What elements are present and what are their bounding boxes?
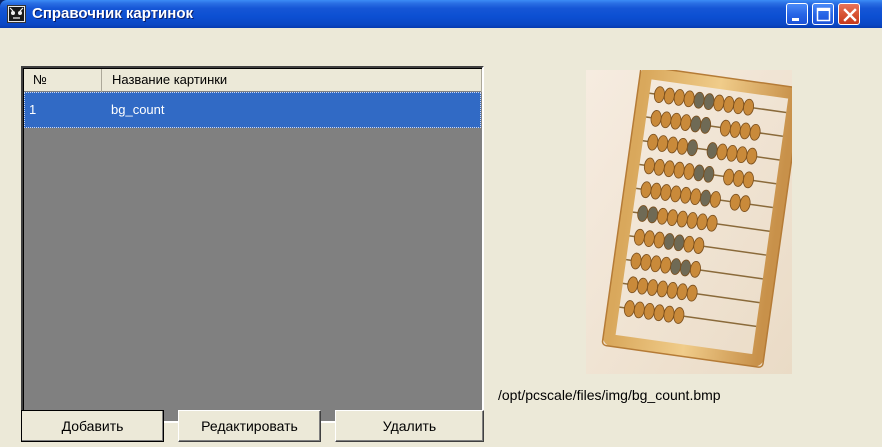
close-icon bbox=[843, 8, 857, 22]
window: Справочник картинок № Название картинки bbox=[0, 0, 882, 447]
cat-app-icon bbox=[7, 5, 26, 23]
abacus-image bbox=[586, 65, 802, 374]
maximize-button[interactable] bbox=[812, 3, 834, 25]
dialog-body: № Название картинки 1 bg_count Добавить … bbox=[0, 28, 882, 447]
picture-path: /opt/pcscale/files/img/bg_count.bmp bbox=[498, 387, 721, 403]
close-button[interactable] bbox=[838, 3, 860, 25]
column-header-name[interactable]: Название картинки bbox=[102, 69, 482, 92]
add-button[interactable]: Добавить bbox=[21, 410, 164, 442]
row-name: bg_count bbox=[111, 102, 165, 117]
maximize-icon bbox=[816, 7, 831, 22]
picture-preview bbox=[586, 65, 802, 374]
pictures-list[interactable]: № Название картинки 1 bg_count bbox=[21, 66, 484, 423]
edit-button[interactable]: Редактировать bbox=[178, 410, 321, 442]
title-bar[interactable]: Справочник картинок bbox=[0, 0, 882, 28]
row-number: 1 bbox=[29, 102, 37, 117]
window-title: Справочник картинок bbox=[32, 5, 193, 22]
minimize-button[interactable] bbox=[786, 3, 808, 25]
list-header: № Название картинки bbox=[24, 69, 482, 92]
minimize-icon bbox=[792, 18, 799, 21]
delete-button[interactable]: Удалить bbox=[335, 410, 484, 442]
table-row[interactable]: 1 bg_count bbox=[24, 92, 481, 128]
column-header-number[interactable]: № bbox=[24, 69, 102, 92]
